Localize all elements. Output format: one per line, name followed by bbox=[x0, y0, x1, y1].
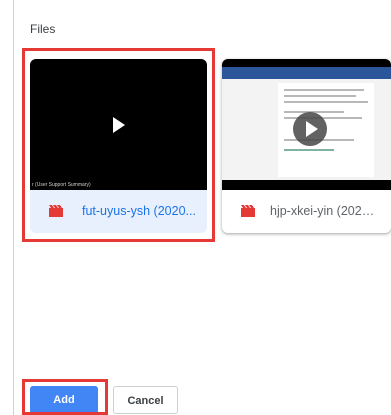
video-file-icon bbox=[49, 205, 63, 217]
file-name: fut-uyus-ysh (2020... bbox=[82, 204, 196, 218]
play-icon bbox=[113, 117, 125, 133]
text-line bbox=[284, 89, 364, 91]
video-file-icon bbox=[241, 205, 255, 217]
file-card-2[interactable]: hjp-xkei-yin (2020-... bbox=[222, 59, 391, 233]
text-line bbox=[284, 101, 368, 103]
document-ribbon bbox=[222, 67, 391, 79]
add-button[interactable]: Add bbox=[30, 386, 98, 414]
section-title: Files bbox=[30, 22, 56, 36]
file-name: hjp-xkei-yin (2020-... bbox=[270, 204, 380, 218]
video-thumbnail bbox=[222, 59, 391, 190]
video-thumbnail: r (User Support Summary) bbox=[30, 59, 207, 190]
file-card-1[interactable]: r (User Support Summary) fut-uyus-ysh (2… bbox=[30, 59, 207, 233]
cancel-button[interactable]: Cancel bbox=[113, 386, 178, 414]
file-card-footer: fut-uyus-ysh (2020... bbox=[30, 190, 207, 233]
thumbnail-caption: r (User Support Summary) bbox=[32, 182, 91, 188]
play-circle-icon bbox=[293, 112, 327, 146]
document-preview bbox=[222, 67, 391, 180]
file-card-footer: hjp-xkei-yin (2020-... bbox=[222, 190, 391, 233]
text-line bbox=[284, 95, 356, 97]
text-line bbox=[284, 149, 334, 151]
